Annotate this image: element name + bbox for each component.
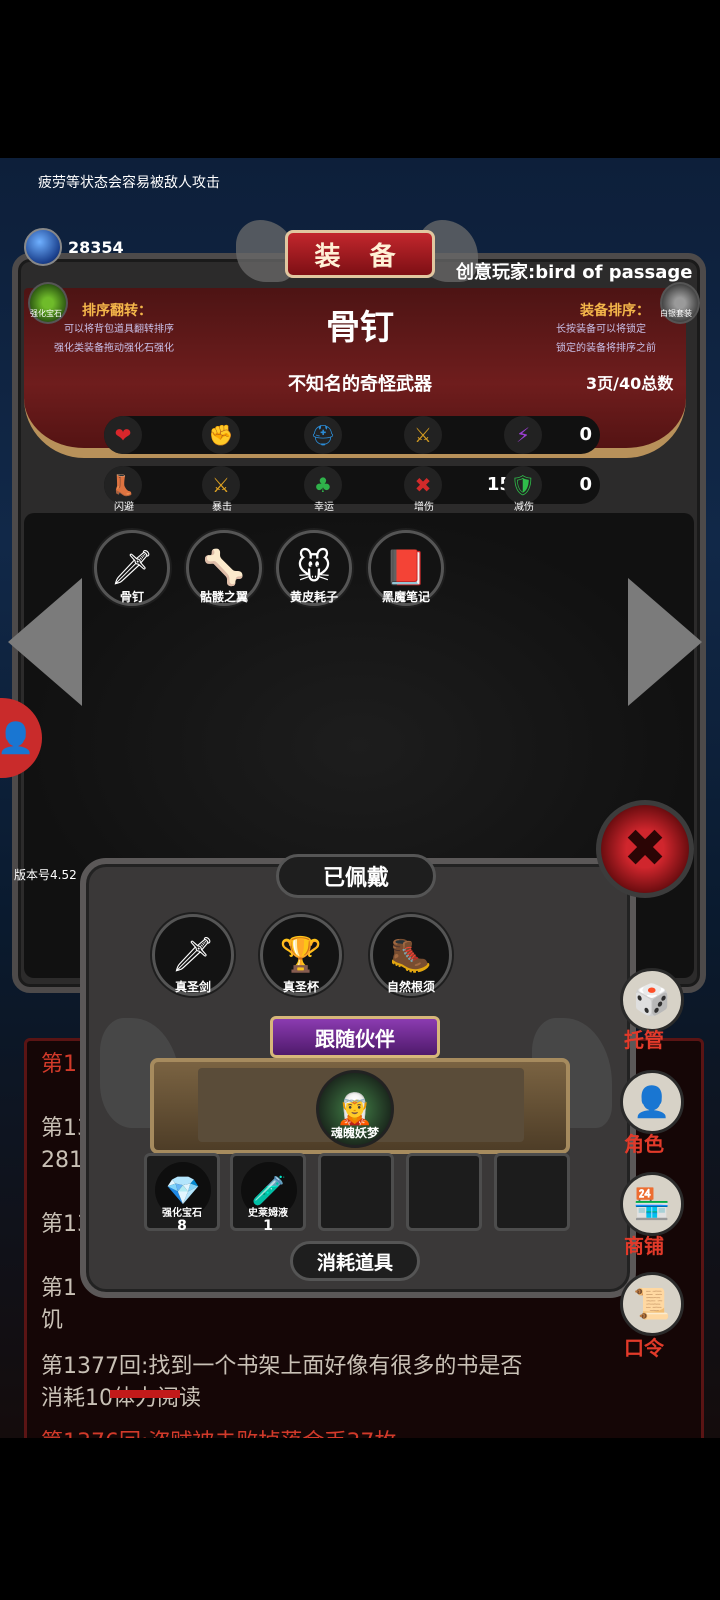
nature-boots-icon: 🥾 [389,935,433,975]
companion-title: 跟随伙伴 [315,1026,395,1051]
sword-icon: ⚔ [404,416,442,454]
worn-label: 真圣杯 [282,980,319,994]
player-name: 创意玩家:bird of passage [456,262,693,283]
strength-icon: ✊ [202,416,240,454]
equipment-label: 骨钉 [119,590,144,604]
consumables-title-plate: 消耗道具 [290,1241,420,1281]
bone-nail-icon: 🗡 [110,548,154,588]
worn-label: 真圣剑 [174,980,211,994]
auto-play-button[interactable]: 🎲 [620,968,684,1032]
previous-page-arrow[interactable] [8,578,82,706]
code-button[interactable]: 📜 [620,1272,684,1336]
hint-text: 疲劳等状态会容易被敌人攻击 [38,175,220,191]
consumable-slot-empty[interactable] [318,1153,394,1231]
gem-counter: 28354 [24,228,124,266]
hooded-figure-icon: 👤 [633,1084,671,1120]
stat-value: 0 [579,424,592,445]
yellow-rat-icon: 🐭 [296,548,332,588]
helmet-icon: ⛑ [304,416,342,454]
shop-button[interactable]: 🏪 [620,1172,684,1236]
worn-slot[interactable]: 🥾 自然根须 [370,914,452,996]
equipment-slot[interactable]: 🦴 骷髅之翼 [186,530,262,606]
stat-label: 增伤 [414,502,434,513]
gem-count: 28354 [68,237,124,257]
stat-label: 减伤 [514,502,534,513]
log-line: 281 [41,1148,83,1173]
log-line: 第1376回:盗贼被击败掉落金币37枚 [41,1427,396,1438]
log-line: 第1377回:找到一个书架上面好像有很多的书是否 [41,1354,523,1379]
auto-play-label: 托管 [624,1028,664,1052]
companion-title-plate: 跟随伙伴 [270,1016,440,1058]
character-button[interactable]: 👤 [620,1070,684,1134]
shop-label: 商铺 [624,1234,664,1258]
consumable-label: 强化宝石 [162,1208,202,1219]
consumable-label: 史莱姆液 [248,1208,288,1219]
consumable-count: 8 [177,1218,187,1234]
version-label: 版本号4.52 [14,868,77,882]
equipment-label: 骷髅之翼 [199,590,248,604]
log-line: 第1 [41,1052,77,1077]
user-icon: 👤 [0,720,35,756]
equipment-slot[interactable]: 🗡 骨钉 [94,530,170,606]
worn-slot[interactable]: 🗡 真圣剑 [152,914,234,996]
equipment-label: 黑魔笔记 [381,590,430,604]
companion-label: 魂魄妖梦 [330,1126,379,1140]
worn-title-plate: 已佩戴 [276,854,436,898]
skeleton-wing-icon: 🦴 [202,548,246,588]
equipment-label: 黄皮耗子 [289,590,338,604]
heart-icon: ❤ [104,416,142,454]
close-icon: ✖ [623,819,667,879]
consumable-slot-empty[interactable] [494,1153,570,1231]
worn-title: 已佩戴 [322,866,389,891]
worn-label: 自然根须 [386,980,435,994]
holy-sword-icon: 🗡 [171,935,215,975]
log-line: 消耗10体力阅读 [41,1386,201,1411]
progress-strip [110,1390,180,1398]
stat-magic: ⚡ 0 [504,416,600,454]
dark-notebook-icon: 📕 [384,548,428,588]
stat-damage-down: 🛡 0 减伤 [504,466,600,513]
close-button[interactable]: ✖ [596,800,694,898]
consumable-slot[interactable]: 🧪 史莱姆液 1 [230,1153,306,1234]
page-info: 3页/40总数 [586,374,674,393]
game-area: 第1 第13 281 第13 第1 饥 第1377回:找到一个书架上面好像有很多… [0,158,720,1438]
dice-icon: 🎲 [633,982,671,1018]
equipment-slot[interactable]: 📕 黑魔笔记 [368,530,444,606]
stat-label: 暴击 [212,502,232,513]
scroll-icon: 📜 [633,1286,671,1322]
equipment-title: 装 备 [285,230,435,278]
consumable-count: 1 [263,1218,273,1234]
companion-icon: 🧝 [336,1091,374,1127]
stat-label: 幸运 [314,502,334,513]
shop-icon: 🏪 [633,1186,671,1222]
consumables-title: 消耗道具 [316,1251,393,1274]
next-page-arrow[interactable] [628,578,702,706]
blue-gem-icon [24,228,62,266]
equipment-slot[interactable]: 🐭 黄皮耗子 [276,530,352,606]
log-line: 饥 [41,1308,64,1333]
code-label: 口令 [624,1336,664,1360]
stat-value: 0 [579,474,592,495]
stat-label: 闪避 [114,502,134,513]
worn-slot[interactable]: 🏆 真圣杯 [260,914,342,996]
log-line: 第1 [41,1276,77,1301]
holy-grail-icon: 🏆 [279,935,323,975]
character-label: 角色 [624,1132,664,1156]
consumable-slot-empty[interactable] [406,1153,482,1231]
consumable-slot[interactable]: 💎 强化宝石 8 [144,1153,220,1234]
item-name: 骨钉 [326,308,394,348]
